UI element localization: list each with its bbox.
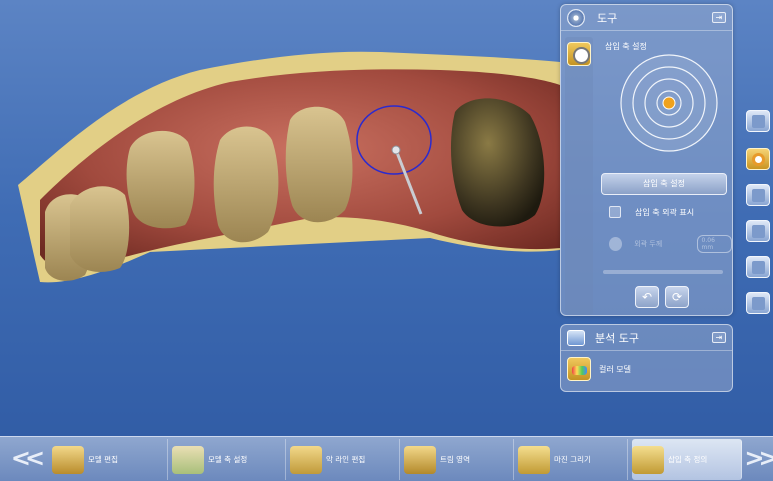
pin-icon[interactable]: ⇥ [712, 332, 726, 343]
insertion-axis-define-icon [632, 445, 664, 474]
show-outline-label: 삽입 축 외곽 표시 [635, 207, 695, 217]
margin-draw-icon [518, 445, 550, 474]
show-outline-row[interactable]: 삽입 축 외곽 표시 [609, 206, 694, 218]
thickness-icon [609, 237, 623, 251]
pin-icon[interactable]: ⇥ [712, 12, 726, 23]
next-step-button[interactable]: >> [744, 437, 773, 481]
set-insertion-axis-button[interactable]: 삽입 축 설정 [601, 173, 727, 195]
analysis-panel: 분석 도구 ⇥ 컬러 모델 [560, 324, 733, 392]
tool-side-strip [565, 37, 593, 315]
insertion-axis-icon[interactable] [746, 148, 770, 170]
trim-area-icon [404, 445, 436, 474]
tool-panel-header: 도구 ⇥ [561, 5, 732, 31]
model-axis-icon [172, 445, 204, 474]
camera-icon[interactable] [746, 184, 770, 206]
tool-panel-title: 도구 [597, 11, 618, 25]
axis-direction-dial[interactable] [619, 53, 719, 153]
step-model-edit[interactable]: 모델 편집 [52, 439, 168, 480]
tool-panel: 도구 ⇥ 삽입 축 설정 삽입 축 설정 삽입 축 외곽 표시 외곽 두께 0.… [560, 4, 733, 316]
undo-icon: ↶ [641, 290, 653, 304]
arch-line-icon [290, 445, 322, 474]
view-cube-icon[interactable] [746, 110, 770, 132]
prev-step-button[interactable]: << [4, 437, 46, 481]
color-model-label: 컬러 모델 [599, 365, 631, 374]
undo-button[interactable]: ↶ [635, 286, 659, 308]
workflow-bar: << 모델 편집 모델 축 설정 악 라인 편집 트림 영역 마진 그리기 삽입… [0, 436, 773, 481]
tool-panel-icon [567, 8, 585, 27]
model-edit-icon [52, 445, 84, 474]
reset-icon: ⟳ [671, 290, 683, 304]
outline-thickness-row: 외곽 두께 0.06 mm [609, 235, 732, 253]
step-margin-draw[interactable]: 마진 그리기 [518, 439, 628, 480]
tool-icon[interactable] [746, 256, 770, 278]
analysis-panel-title: 분석 도구 [595, 331, 639, 345]
thickness-slider[interactable] [603, 270, 723, 274]
insertion-axis-tool-icon[interactable] [567, 42, 591, 66]
thickness-value: 0.06 mm [696, 235, 732, 253]
analysis-icon[interactable] [746, 220, 770, 242]
step-insertion-axis-define[interactable]: 삽입 축 정의 [632, 439, 742, 480]
step-model-axis[interactable]: 모델 축 설정 [172, 439, 286, 480]
show-outline-checkbox[interactable] [609, 206, 621, 218]
library-icon[interactable] [746, 292, 770, 314]
analysis-panel-icon [567, 329, 585, 346]
reset-button[interactable]: ⟳ [665, 286, 689, 308]
thickness-label: 외곽 두께 [634, 240, 663, 248]
step-arch-line[interactable]: 악 라인 편집 [290, 439, 400, 480]
section-label: 삽입 축 설정 [605, 42, 647, 51]
analysis-panel-header: 분석 도구 ⇥ [561, 325, 732, 351]
color-model-icon[interactable] [567, 357, 591, 381]
step-trim-area[interactable]: 트림 영역 [404, 439, 514, 480]
